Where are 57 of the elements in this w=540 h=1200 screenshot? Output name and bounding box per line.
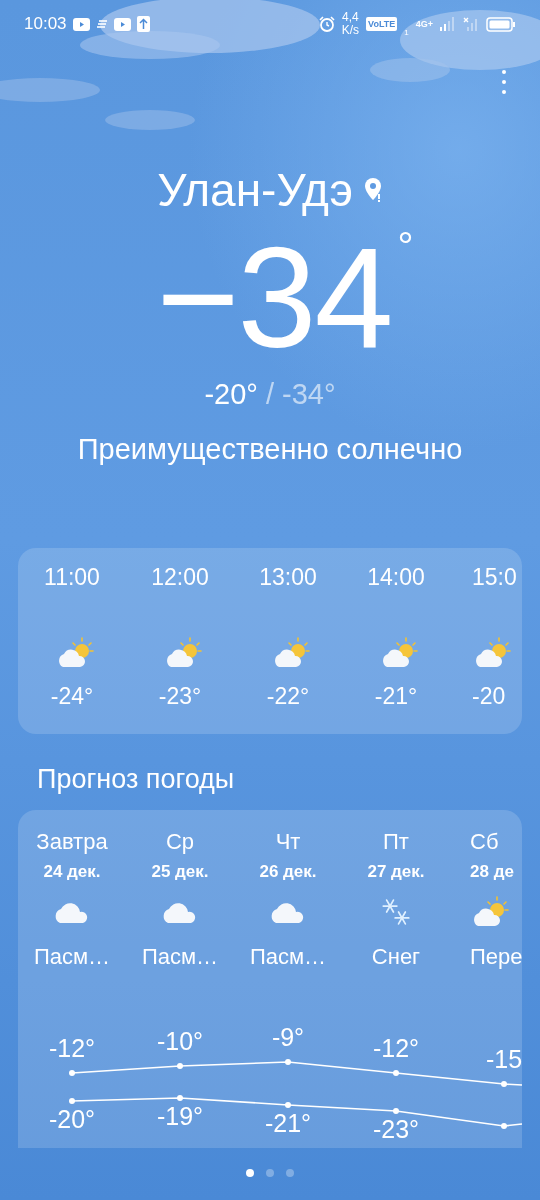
hour-temperature: -20 [472,683,506,710]
daily-low-temperature: -21° [264,1110,312,1137]
daily-high-temperature: -12° [372,1035,420,1062]
sim-number: 1 [404,28,409,37]
day-condition: Снег [371,944,421,970]
hour-label: 11:00 [44,564,100,591]
speed-value: 4,4 [342,11,359,24]
daily-low-temperature: -19° [156,1103,204,1130]
date-label: 26 дек. [259,861,317,883]
hour-temperature: -24° [50,683,94,710]
network-type: 4G+ [415,19,433,29]
hour-label: 13:00 [259,564,317,591]
day-label: Сб [470,828,499,856]
lines-icon [95,19,108,29]
volte-indicator: VoLTE [366,17,398,31]
day-condition: Пасм… [33,944,111,970]
page-indicator-dot[interactable] [246,1169,254,1177]
low-temperature: -34° [282,378,336,411]
section-title: Прогноз погоды [37,764,235,794]
hour-temperature: -21° [374,683,418,710]
hour-temperature: -22° [266,683,310,710]
alarm-clock-icon [318,16,335,32]
date-label: 25 дек. [151,861,209,883]
daily-low-temperature: -20° [48,1106,96,1133]
current-temperature: −34 [156,228,392,368]
day-label: Пт [383,828,409,856]
battery-icon [486,16,516,32]
separator: / [265,378,275,411]
clock-time: 10:03 [24,14,67,34]
date-label: 24 дек. [43,861,101,883]
location-pin-icon [362,177,383,203]
speed-unit: K/s [341,24,360,37]
hour-temperature: -23° [158,683,202,710]
date-label: 27 дек. [367,861,425,883]
weather-condition: Преимущественно солнечно [77,433,463,466]
date-label: 28 де [470,861,514,883]
degree-sign: ° [397,226,414,266]
daily-high-temperature: -9° [271,1024,305,1051]
page-indicator-dot[interactable] [266,1169,274,1177]
high-temperature: -20° [204,378,258,411]
signal-icon [440,17,456,31]
day-condition: Пасм… [249,944,327,970]
day-label: Ср [165,828,195,856]
hour-label: 14:00 [367,564,425,591]
daily-low-temperature: -23° [372,1116,420,1143]
daily-high-temperature: -15 [486,1046,522,1073]
daily-high-temperature: -12° [48,1035,96,1062]
day-condition: Пасм… [141,944,219,970]
daily-high-temperature: -10° [156,1028,204,1055]
city-name: Улан-Удэ [157,163,353,218]
day-label: Чт [275,828,301,856]
hour-label: 12:00 [151,564,209,591]
hour-label: 15:0 [472,564,517,591]
day-label: Завтра [36,828,108,856]
no-signal-icon [463,17,479,31]
day-condition: Пере [470,944,522,970]
page-indicator-dot[interactable] [286,1169,294,1177]
